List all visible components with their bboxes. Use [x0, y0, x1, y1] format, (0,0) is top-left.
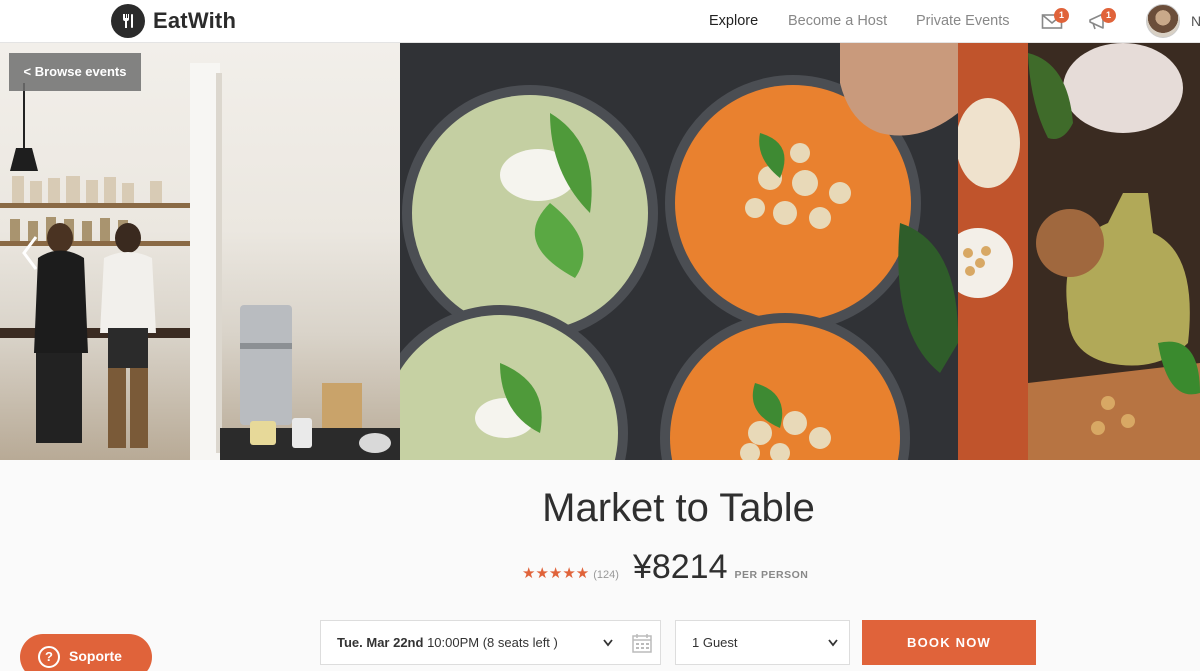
help-icon: ? — [38, 646, 60, 668]
ingredients-photo — [958, 43, 1200, 460]
kitchen-photo: < Browse events — [0, 43, 400, 460]
date-value: Tue. Mar 22nd 10:00PM (8 seats left ) — [337, 635, 558, 650]
logo-text: EatWith — [153, 8, 237, 33]
event-title: Market to Table — [542, 486, 815, 530]
notifications-button[interactable]: 1 — [1088, 8, 1116, 31]
eatwith-logo[interactable]: EatWith — [111, 4, 236, 38]
chevron-down-icon — [603, 639, 613, 647]
event-price: ¥8214 — [632, 548, 728, 586]
support-button[interactable]: ? Soporte — [20, 634, 152, 671]
nav-become-host[interactable]: Become a Host — [788, 13, 887, 29]
fork-icon — [111, 4, 145, 38]
book-now-button[interactable]: BOOK NOW — [862, 620, 1036, 665]
soups-photo — [400, 43, 958, 460]
rating-price-row: ★★★★★ (124) ¥8214 PER PERSON — [522, 548, 809, 586]
date-select[interactable]: Tue. Mar 22nd 10:00PM (8 seats left ) — [320, 620, 661, 665]
browse-events-button[interactable]: < Browse events — [9, 53, 141, 91]
review-count[interactable]: (124) — [593, 569, 619, 581]
chevron-left-icon[interactable] — [18, 233, 42, 273]
nav-private-events[interactable]: Private Events — [916, 13, 1010, 29]
nav-explore[interactable]: Explore — [709, 13, 758, 29]
hero-gallery: < Browse events — [0, 43, 1200, 460]
price-unit: PER PERSON — [734, 569, 809, 581]
calendar-icon[interactable] — [631, 632, 653, 654]
top-nav-bar: EatWith Explore Become a Host Private Ev… — [0, 0, 1200, 43]
messages-button[interactable]: 1 — [1041, 8, 1069, 31]
notifications-badge: 1 — [1101, 8, 1116, 23]
date-day: Tue. Mar 22nd — [337, 635, 424, 650]
user-avatar[interactable] — [1146, 4, 1180, 38]
guest-select[interactable]: 1 Guest — [675, 620, 850, 665]
chevron-down-icon — [828, 639, 838, 647]
guest-value: 1 Guest — [692, 635, 738, 650]
star-rating: ★★★★★ — [522, 565, 590, 582]
messages-badge: 1 — [1054, 8, 1069, 23]
support-label: Soporte — [69, 648, 122, 664]
user-name-truncated[interactable]: N — [1191, 13, 1200, 29]
date-detail: 10:00PM (8 seats left ) — [427, 635, 558, 650]
